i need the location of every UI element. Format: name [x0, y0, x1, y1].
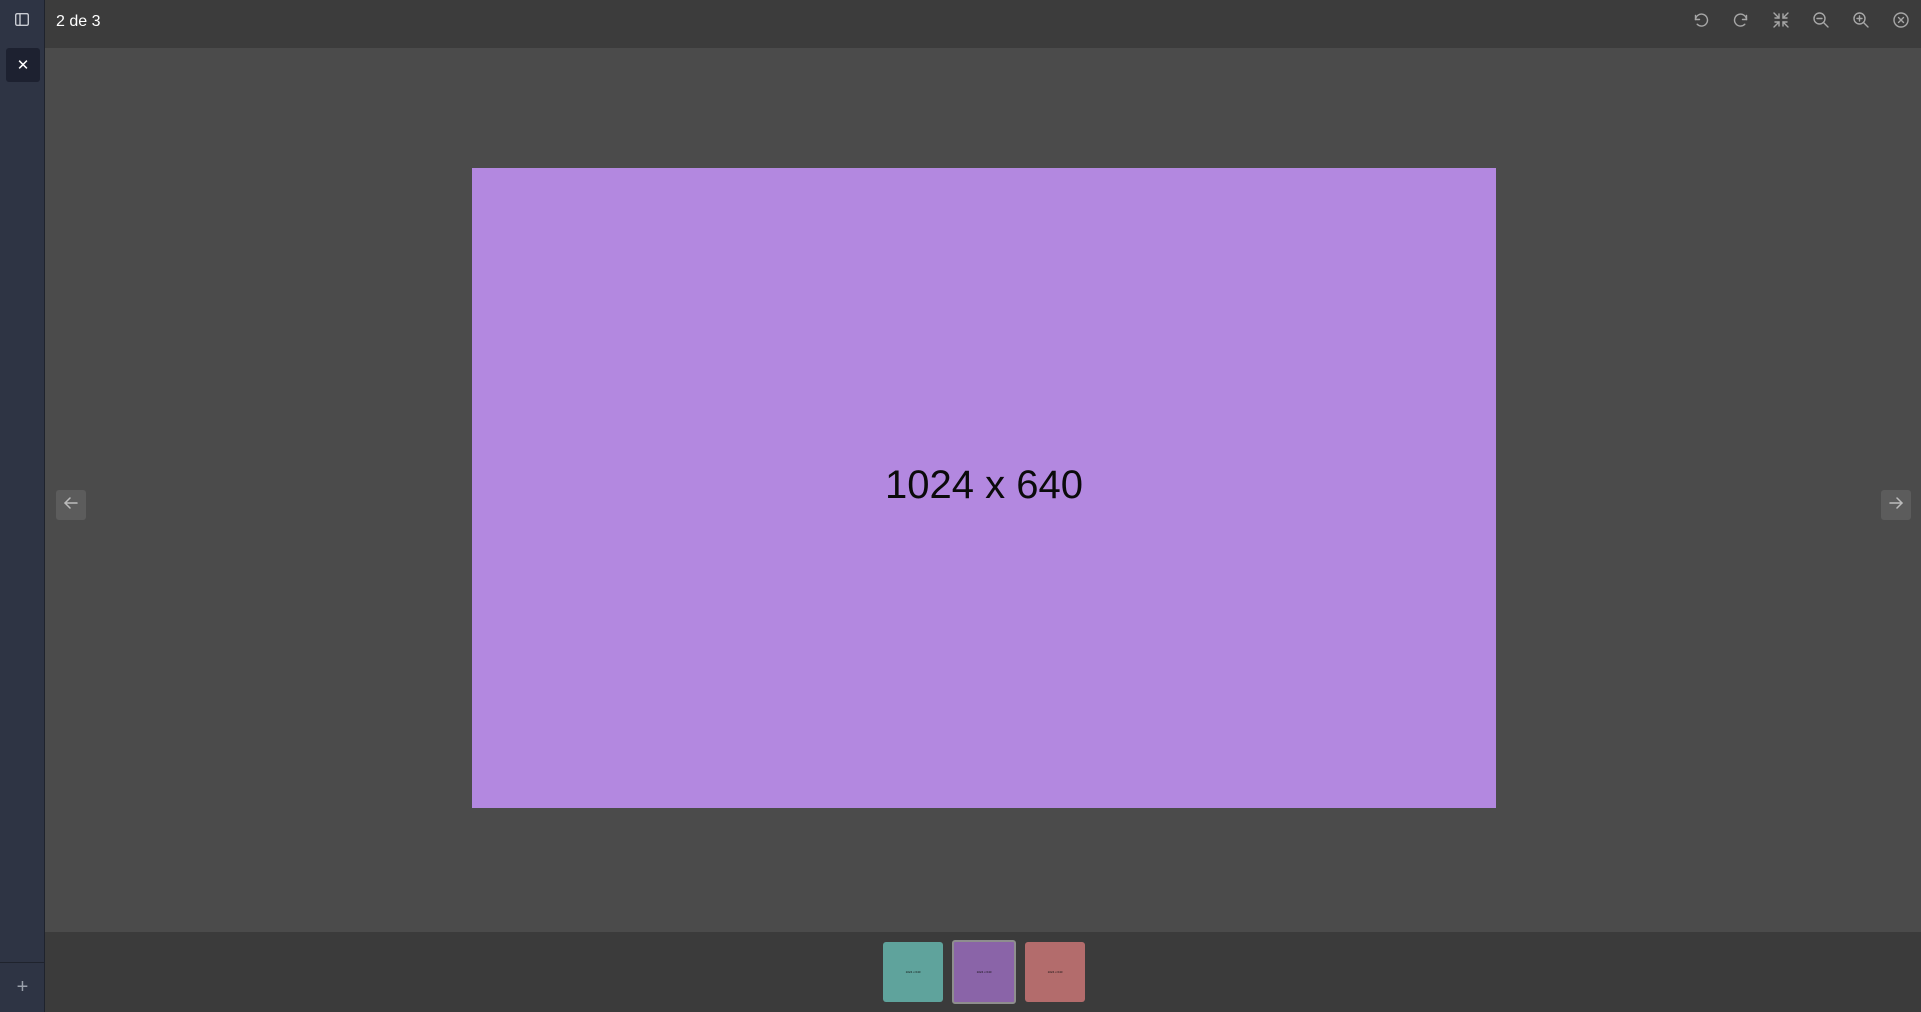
thumbnail-2-selected[interactable]: 1024 x 640 — [952, 940, 1016, 1004]
close-circle-icon — [1892, 11, 1910, 34]
thumbnail-1[interactable]: 1024 x 640 — [883, 942, 943, 1002]
thumbnail-3[interactable]: 1024 x 640 — [1025, 942, 1085, 1002]
rotate-right-icon — [1732, 11, 1750, 34]
close-icon: ✕ — [16, 57, 30, 74]
close-viewer-button[interactable]: ✕ — [6, 48, 40, 82]
arrow-right-icon — [1887, 494, 1905, 517]
thumbnail-strip: 1024 x 640 1024 x 640 1024 x 640 — [45, 932, 1921, 1012]
sidebar-toggle-button[interactable] — [10, 11, 34, 33]
close-button[interactable] — [1881, 0, 1921, 44]
zoom-in-button[interactable] — [1841, 0, 1881, 44]
rotate-right-button[interactable] — [1721, 0, 1761, 44]
next-image-button[interactable] — [1881, 490, 1911, 520]
shrink-button[interactable] — [1761, 0, 1801, 44]
sidebar-panel-icon — [14, 12, 30, 31]
shrink-icon — [1772, 11, 1790, 34]
plus-icon: + — [16, 976, 29, 998]
left-sidebar: ✕ + — [0, 0, 45, 1012]
toolbar-actions — [1681, 0, 1921, 44]
zoom-out-button[interactable] — [1801, 0, 1841, 44]
image-viewer-app: ✕ + 2 de 3 1024 x 640 1024 x 640 1024 x … — [0, 0, 1921, 1012]
previous-image-button[interactable] — [56, 490, 86, 520]
rotate-left-button[interactable] — [1681, 0, 1721, 44]
rotate-left-icon — [1692, 11, 1710, 34]
thumbnail-label: 1024 x 640 — [1047, 970, 1063, 974]
current-image[interactable]: 1024 x 640 — [472, 168, 1496, 808]
image-counter: 2 de 3 — [56, 13, 101, 30]
image-dimensions-text: 1024 x 640 — [885, 462, 1083, 507]
top-toolbar: 2 de 3 — [45, 0, 1921, 48]
add-button[interactable]: + — [0, 962, 45, 1012]
thumbnail-label: 1024 x 640 — [905, 970, 921, 974]
thumbnail-label: 1024 x 640 — [976, 970, 992, 974]
zoom-in-icon — [1852, 11, 1870, 34]
viewer-stage: 1024 x 640 — [45, 48, 1921, 932]
zoom-out-icon — [1812, 11, 1830, 34]
arrow-left-icon — [62, 494, 80, 517]
